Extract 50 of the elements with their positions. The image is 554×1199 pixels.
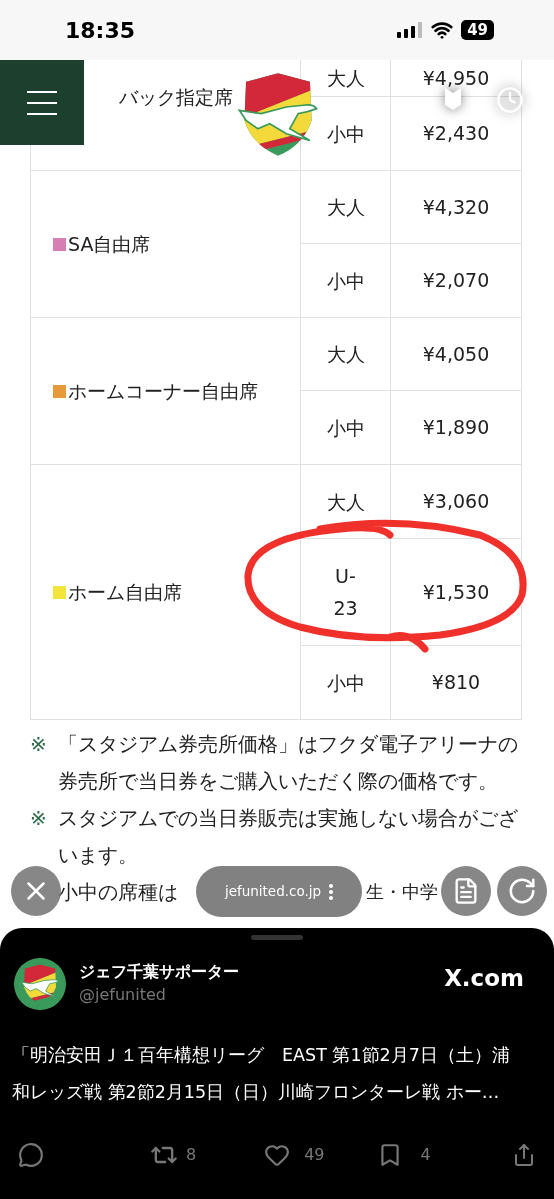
author-name[interactable]: ジェフ千葉サポーター bbox=[79, 961, 239, 983]
seat-type: SA自由席 bbox=[68, 232, 151, 257]
sheet-handle[interactable] bbox=[251, 935, 303, 940]
price: ¥2,070 bbox=[422, 268, 490, 294]
ticket-type: 大人 bbox=[325, 66, 366, 91]
menu-button[interactable] bbox=[0, 60, 84, 145]
note-text: 小中の席種は bbox=[58, 879, 178, 906]
address-bar[interactable]: jefunited.co.jp bbox=[196, 866, 362, 917]
ticket-type: 小中 bbox=[325, 268, 366, 294]
ticket-type: 大人 bbox=[325, 195, 366, 220]
clock-time: 18:35 bbox=[65, 16, 136, 45]
ticket-type: 大人 bbox=[325, 489, 366, 515]
post-text: 「明治安田Ｊ１百年構想リーグ EAST 第1節2月7日（土）浦 和レッズ戦 第2節2月15日（日）川崎フロンターレ戦 ホー… bbox=[12, 1044, 511, 1104]
repost-count: 8 bbox=[186, 1144, 197, 1166]
like-count: 49 bbox=[304, 1144, 325, 1166]
reload-button[interactable] bbox=[497, 866, 547, 916]
price: ¥3,060 bbox=[422, 489, 490, 515]
ticket-type: 大人 bbox=[325, 342, 366, 367]
seat-type: バック指定席 bbox=[119, 85, 233, 110]
price: ¥4,950 bbox=[422, 65, 490, 91]
seat-type: ホーム自由席 bbox=[68, 580, 182, 605]
price: ¥2,430 bbox=[422, 121, 490, 147]
reader-button[interactable] bbox=[441, 866, 491, 916]
source-label: X.com bbox=[444, 964, 524, 993]
note-mark: ※ bbox=[30, 805, 48, 832]
price: ¥810 bbox=[431, 670, 481, 696]
author-handle: @jefunited bbox=[79, 984, 167, 1006]
note-text: 「スタジアム券売所価格」はフクダ電子アリーナの券売所で当日券をご購入いただく際の価格です。 bbox=[58, 731, 519, 795]
bookmark-count: 4 bbox=[420, 1144, 431, 1166]
avatar[interactable] bbox=[14, 958, 66, 1010]
note-text: スタジアムでの当日券販売は実施しない場合がございます。 bbox=[58, 805, 519, 869]
reload-icon bbox=[507, 876, 537, 906]
price: ¥1,890 bbox=[422, 415, 490, 441]
price: ¥4,050 bbox=[422, 341, 490, 367]
ticket-type: 小中 bbox=[325, 670, 366, 696]
price: ¥1,530 bbox=[422, 579, 490, 605]
ticket-type: U-23 bbox=[332, 564, 359, 621]
wifi-icon bbox=[431, 19, 454, 41]
note-text: 生・中学 bbox=[366, 881, 438, 904]
battery-level: 49 bbox=[461, 20, 494, 40]
ticket-type: 小中 bbox=[325, 415, 366, 441]
seat-type: ホームコーナー自由席 bbox=[68, 379, 258, 404]
reply-icon[interactable] bbox=[18, 1142, 44, 1168]
like-icon[interactable] bbox=[264, 1142, 291, 1168]
share-icon[interactable] bbox=[512, 1143, 536, 1167]
ticket-type: 小中 bbox=[325, 121, 366, 147]
signal-icon bbox=[397, 22, 424, 38]
more-icon bbox=[329, 883, 334, 900]
price: ¥4,320 bbox=[422, 194, 490, 220]
note-mark: ※ bbox=[30, 731, 48, 758]
